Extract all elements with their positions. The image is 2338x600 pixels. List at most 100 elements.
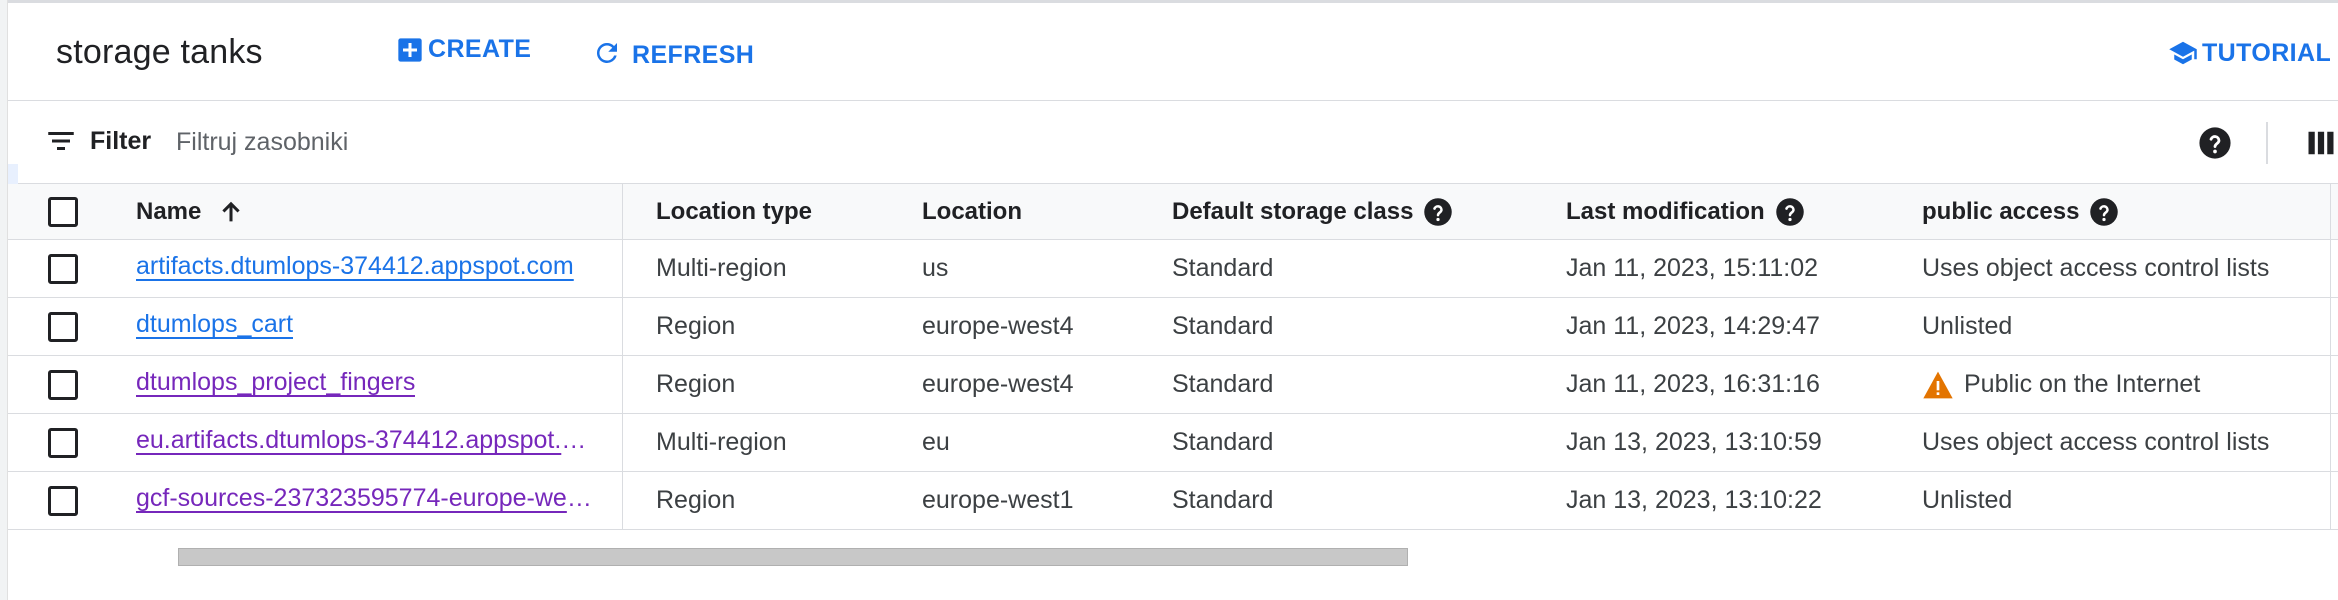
help-circle-icon[interactable] [1423,197,1453,227]
row-checkbox[interactable] [48,253,78,284]
bucket-name-link[interactable]: artifacts.dtumlops-374412.appspot.com [136,252,574,285]
storage-class-cell: Standard [1172,312,1274,340]
public-access-text: Public on the Internet [1964,370,2201,398]
bucket-name-link[interactable]: dtumlops_cart [136,310,293,343]
bucket-name-cell: artifacts.dtumlops-374412.appspot.com [136,240,606,297]
name-column-divider [622,472,623,529]
column-header-location[interactable]: Location [922,184,1162,239]
filter-bar: Filter [8,102,2338,184]
location-type-cell: Multi-region [656,254,787,282]
tutorial-button[interactable]: TUTORIAL [2166,37,2331,68]
row-checkbox[interactable] [48,311,78,342]
help-circle-icon [2199,127,2231,159]
help-circle-icon[interactable] [1775,197,1805,227]
row-checkbox[interactable] [48,427,78,458]
table-right-divider [2330,356,2331,413]
filter-accent [8,164,18,184]
row-checkbox-cell [48,472,88,529]
column-header-last-modification[interactable]: Last modification [1566,184,1906,239]
storage-browser-page: storage tanks CREATE REFRESH TUTORIAL Fi… [0,0,2338,600]
table-right-divider [2330,184,2331,239]
public-access-cell: Uses object access control lists [1922,428,2270,456]
table-row: dtumlops_cart Region europe-west4 Standa… [8,298,2338,356]
last-modification-cell: Jan 11, 2023, 16:31:16 [1566,370,1820,398]
scrollbar-thumb[interactable] [178,548,1408,566]
location-type-cell: Region [656,486,736,514]
name-column-divider [622,356,623,413]
location-cell: europe-west1 [922,486,1074,514]
table-row: eu.artifacts.dtumlops-374412.appspot.com… [8,414,2338,472]
create-button[interactable]: CREATE [396,35,531,64]
storage-class-cell: Standard [1172,254,1274,282]
warning-triangle-icon [1923,371,1953,398]
column-header-name[interactable]: Name [136,184,606,239]
horizontal-scrollbar[interactable] [178,548,1408,566]
row-checkbox-cell [48,298,88,355]
page-title: storage tanks [56,33,263,71]
table-row: gcf-sources-237323595774-europe-west1 Re… [8,472,2338,530]
location-cell: europe-west4 [922,370,1074,398]
create-button-label: CREATE [428,35,532,63]
table-right-divider [2330,414,2331,471]
row-checkbox-cell [48,240,88,297]
column-header-location-type[interactable]: Location type [656,184,896,239]
left-edge [0,0,8,600]
bucket-name-cell: dtumlops_cart [136,298,606,355]
bucket-name-link[interactable]: dtumlops_project_fingers [136,368,415,401]
last-modification-cell: Jan 13, 2023, 13:10:22 [1566,486,1822,514]
storage-class-cell: Standard [1172,428,1274,456]
row-checkbox-cell [48,414,88,471]
buckets-table: Name Location type Location Default stor… [8,184,2338,530]
select-all-cell [48,184,88,239]
school-icon [2169,41,2197,64]
bucket-name-cell: eu.artifacts.dtumlops-374412.appspot.com [136,414,606,471]
column-display-button[interactable] [2306,128,2336,158]
filter-button[interactable]: Filter [46,126,151,156]
refresh-button[interactable]: REFRESH [592,35,754,70]
row-checkbox-cell [48,356,88,413]
last-modification-cell: Jan 11, 2023, 14:29:47 [1566,312,1820,340]
row-checkbox[interactable] [48,369,78,400]
bucket-name-cell: dtumlops_project_fingers [136,356,606,413]
column-header-last-modification-label: Last modification [1566,197,1765,225]
table-row: artifacts.dtumlops-374412.appspot.com Mu… [8,240,2338,298]
column-header-public-access-label: public access [1922,197,2080,225]
table-row: dtumlops_project_fingers Region europe-w… [8,356,2338,414]
public-access-cell: Public on the Internet [1922,356,2338,413]
page-header: storage tanks CREATE REFRESH TUTORIAL [8,3,2338,101]
table-right-divider [2330,240,2331,297]
location-cell: eu [922,428,950,456]
location-cell: europe-west4 [922,312,1074,340]
row-checkbox[interactable] [48,485,78,516]
name-column-divider [622,298,623,355]
name-column-divider [622,184,623,239]
plus-box-icon [398,37,422,62]
filter-input[interactable] [174,122,1374,162]
column-header-storage-class-label: Default storage class [1172,197,1414,225]
location-type-cell: Region [656,312,736,340]
tutorial-button-label: TUTORIAL [2202,39,2332,67]
arrow-up-icon[interactable] [217,198,245,226]
help-circle-icon[interactable] [2089,197,2119,227]
bucket-name-link[interactable]: gcf-sources-237323595774-europe-west1 [136,484,594,517]
last-modification-cell: Jan 11, 2023, 15:11:02 [1566,254,1819,282]
column-header-public-access[interactable]: public access [1922,184,2338,239]
public-access-cell: Uses object access control lists [1922,254,2270,282]
column-header-name-label: Name [136,197,202,225]
name-column-divider [622,240,623,297]
table-right-divider [2330,298,2331,355]
help-button[interactable] [2198,126,2232,160]
public-access-cell: Unlisted [1922,312,2013,340]
column-header-location-type-label: Location type [656,197,813,225]
select-all-checkbox[interactable] [48,196,78,227]
column-header-storage-class[interactable]: Default storage class [1172,184,1552,239]
location-type-cell: Multi-region [656,428,787,456]
column-header-location-label: Location [922,197,1022,225]
location-cell: us [922,254,949,282]
location-type-cell: Region [656,370,736,398]
toolbar-divider [2266,122,2268,164]
table-right-divider [2330,472,2331,529]
refresh-button-label: REFRESH [632,41,755,69]
filter-label: Filter [90,126,152,155]
bucket-name-link[interactable]: eu.artifacts.dtumlops-374412.appspot.com [136,426,594,459]
